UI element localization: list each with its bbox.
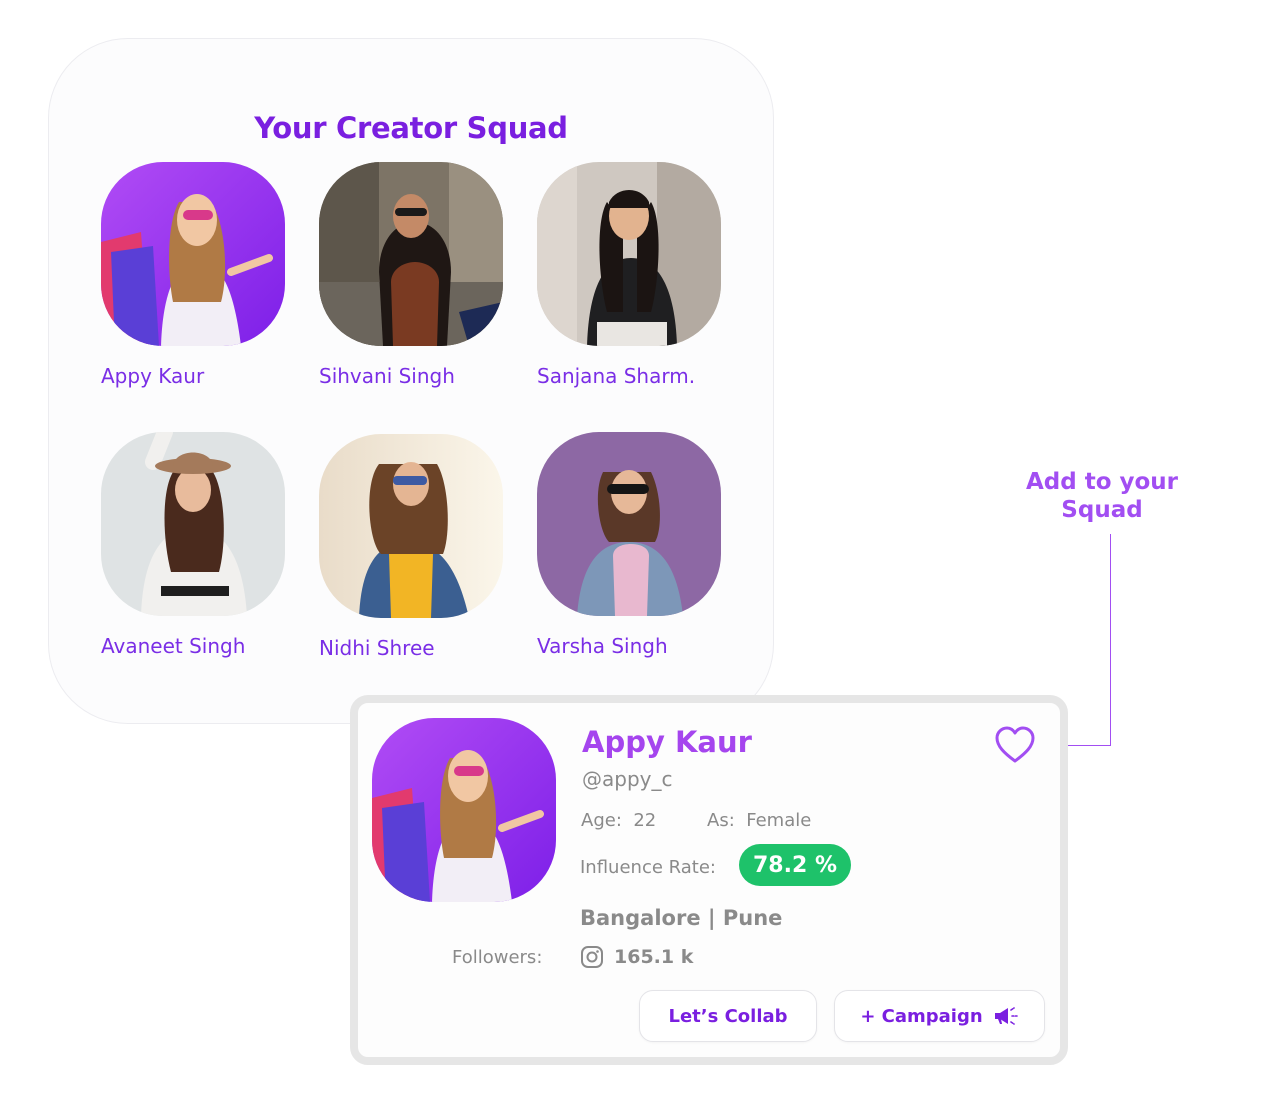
creator-avatar[interactable]: [319, 434, 503, 618]
followers-count: 165.1 k: [614, 946, 694, 968]
profile-location: Bangalore | Pune: [580, 906, 783, 930]
creator-card-varsha-singh[interactable]: Varsha Singh: [537, 432, 737, 658]
creator-profile-card: Appy Kaur @appy_c Age: 22 As: Female Inf…: [350, 695, 1068, 1065]
creator-avatar[interactable]: [319, 162, 503, 346]
creator-avatar[interactable]: [101, 432, 285, 616]
influence-rate-badge: 78.2 %: [739, 844, 851, 886]
profile-gender: As: Female: [707, 810, 811, 831]
influence-rate-label: Influence Rate:: [580, 857, 716, 878]
creator-card-avaneet-singh[interactable]: Avaneet Singh: [101, 432, 301, 658]
creator-name: Avaneet Singh: [101, 634, 246, 658]
gender-label: As:: [707, 810, 735, 831]
creator-name: Sanjana Sharm.: [537, 364, 696, 388]
creator-name: Sihvani Singh: [319, 364, 455, 388]
profile-handle: @appy_c: [582, 767, 673, 791]
add-campaign-button[interactable]: + Campaign: [834, 990, 1045, 1042]
lets-collab-button[interactable]: Let’s Collab: [639, 990, 817, 1042]
creator-card-sihvani-singh[interactable]: Sihvani Singh: [319, 162, 519, 388]
profile-name: Appy Kaur: [582, 725, 752, 759]
squad-title: Your Creator Squad: [254, 111, 568, 145]
creator-card-sanjana-sharma[interactable]: Sanjana Sharm.: [537, 162, 737, 388]
profile-avatar: [372, 718, 556, 902]
age-label: Age:: [581, 810, 622, 831]
annotation-connector: [1110, 534, 1111, 746]
creator-avatar[interactable]: [537, 162, 721, 346]
annotation-line-2: Squad: [1061, 497, 1143, 523]
followers-label: Followers:: [452, 947, 543, 968]
creator-name: Appy Kaur: [101, 364, 205, 388]
creator-name: Nidhi Shree: [319, 636, 435, 660]
heart-icon[interactable]: [994, 725, 1036, 765]
lets-collab-label: Let’s Collab: [668, 1005, 788, 1027]
creator-name: Varsha Singh: [537, 634, 668, 658]
creator-avatar[interactable]: [101, 162, 285, 346]
creator-card-nidhi-shree[interactable]: Nidhi Shree: [319, 434, 519, 660]
instagram-icon: [581, 946, 603, 968]
megaphone-icon: [994, 1007, 1018, 1025]
creator-squad-panel: Your Creator Squad Appy Kaur Sihvani Sin…: [48, 38, 774, 724]
gender-value: Female: [746, 810, 812, 831]
add-to-squad-annotation: Add to your Squad: [1006, 468, 1198, 524]
creator-card-appy-kaur[interactable]: Appy Kaur: [101, 162, 301, 388]
annotation-line-1: Add to your: [1025, 469, 1179, 495]
add-campaign-label: + Campaign: [860, 1005, 983, 1027]
profile-age: Age: 22: [581, 810, 656, 831]
age-value: 22: [633, 810, 657, 831]
creator-avatar[interactable]: [537, 432, 721, 616]
